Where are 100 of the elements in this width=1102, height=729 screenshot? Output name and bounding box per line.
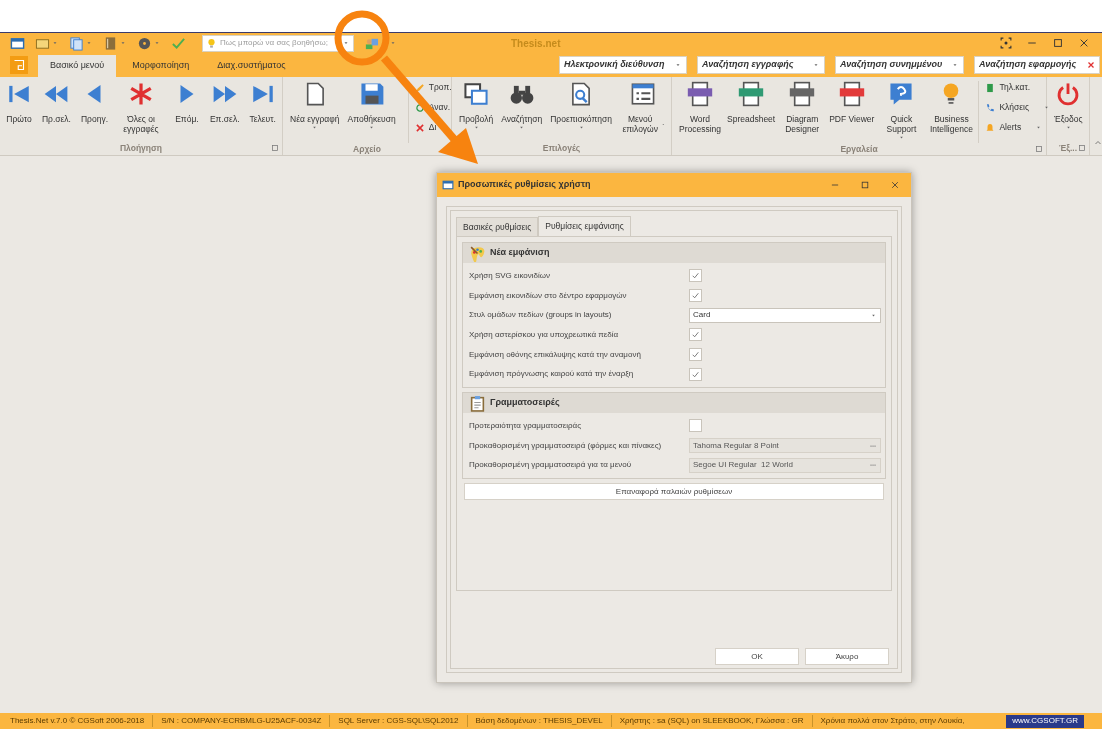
book-icon [985, 82, 996, 93]
dialog-launcher-icon[interactable] [1078, 144, 1086, 152]
ribbon-button[interactable]: Diagram Designer [777, 81, 828, 134]
search-box[interactable]: Αναζήτηση συνημμένου [835, 56, 964, 74]
checkbox[interactable] [689, 328, 702, 342]
checkbox[interactable] [689, 289, 702, 303]
ribbon-button[interactable]: Quick Support [876, 81, 927, 141]
ribbon-button[interactable]: Προηγ. [76, 81, 112, 124]
phone-icon [985, 102, 996, 113]
search-box[interactable]: Αναζήτηση εγγραφής [697, 56, 825, 74]
ribbon-group-title: Πλοήγηση [119, 141, 163, 155]
setting-label: Προκαθορισμένη γραμματοσειρά για τα μενού [469, 459, 633, 472]
close-icon[interactable] [890, 180, 900, 190]
ribbon-group-title: Επιλογές [542, 141, 581, 155]
magnifier-ring-annotation [334, 10, 390, 66]
ribbon-small-button[interactable]: Τροπ. [414, 81, 452, 94]
clear-icon[interactable] [1087, 61, 1095, 69]
maximize-icon[interactable] [1052, 37, 1064, 49]
checkbox[interactable] [689, 419, 702, 433]
dialog-button[interactable]: OK [715, 648, 799, 665]
ribbon-button[interactable]: Νέα εγγραφή [286, 81, 344, 131]
ribbon-small-button[interactable]: Κλήσεις [985, 101, 1051, 114]
dialog-launcher-icon[interactable] [271, 144, 279, 152]
ribbon-tab[interactable]: Βασικό μενού [38, 55, 117, 77]
dropdown-field[interactable]: Card [689, 307, 881, 323]
maximize-icon[interactable] [860, 180, 870, 190]
ribbon-button[interactable]: Προβολή [455, 81, 498, 131]
bell-icon [985, 122, 996, 133]
quick-access-button[interactable] [103, 35, 127, 51]
dialog-button[interactable]: Άκυρο [805, 648, 889, 665]
light-bulb-icon [206, 37, 217, 49]
quick-access-button[interactable] [10, 35, 25, 51]
status-text: Βάση δεδομένων : THESIS_DEVEL [466, 715, 611, 727]
screen-capture-icon[interactable] [1000, 37, 1012, 49]
list-window-icon [630, 81, 656, 107]
ribbon-button[interactable]: Business Intelligence [926, 81, 977, 134]
font-picker-field[interactable]: Tahoma Regular 8 Point [689, 438, 881, 454]
checkbox[interactable] [689, 348, 702, 362]
help-search-field[interactable]: Πως μπορώ να σας βοηθήσω; [202, 34, 354, 52]
ribbon-button[interactable]: Αποθήκευση [343, 81, 400, 131]
reset-settings-button[interactable]: Επαναφορά παλαιών ρυθμίσεων [464, 483, 884, 501]
app-menu-icon [13, 59, 25, 71]
window-icon [442, 179, 454, 191]
checkbox[interactable] [689, 269, 702, 283]
ribbon-button[interactable]: Επ.σελ. [205, 81, 244, 124]
asterisk-icon [128, 81, 154, 107]
collapse-ribbon-icon[interactable] [1094, 139, 1102, 147]
search-box[interactable]: Αναζήτηση εφαρμογής [974, 56, 1100, 74]
ribbon-button[interactable]: Πρ.σελ. [38, 81, 75, 124]
ribbon-button[interactable]: PDF Viewer [827, 81, 877, 124]
ribbon-tab[interactable]: Μορφοποίηση [120, 55, 202, 77]
ribbon-button[interactable]: Πρώτο [2, 81, 36, 124]
dialog-title: Προσωπικές ρυθμίσεις χρήστη [458, 178, 591, 192]
dialog-launcher-icon[interactable] [1035, 145, 1043, 154]
ribbon-small-button[interactable]: Τηλ.κατ. [985, 81, 1051, 94]
notebook-icon [103, 35, 118, 51]
setting-label: Χρήση SVG εικονιδίων [469, 269, 551, 282]
setting-label: Χρήση αστερίσκου για υποχρεωτικά πεδία [469, 328, 620, 341]
status-text: S/N : COMPANY-ECRBMLG-U25ACF-0034Z [152, 715, 330, 727]
setting-label: Εμφάνιση εικονιδίων στο δέντρο εφαρμογών [469, 289, 628, 302]
pencil-icon [414, 82, 425, 93]
setting-label: Προκαθορισμένη γραμματοσειρά (φόρμες και πίνακες) [469, 439, 663, 452]
setting-label: Προτεραιότητα γραμματοσειράς [469, 419, 582, 432]
quick-access-button[interactable] [137, 35, 161, 51]
ribbon-button[interactable]: Επόμ. [169, 81, 204, 124]
window-icon [10, 35, 25, 51]
ribbon-button[interactable]: Μενού επιλογών [616, 81, 670, 134]
ribbon-tab[interactable]: Διαχ.συστήματος [205, 55, 298, 77]
close-icon [414, 122, 425, 133]
status-text: Χρήστης : sa (SQL) on SLEEKBOOK, Γλώσσα : GR [610, 715, 812, 727]
section-title: Νέα εμφάνιση [490, 246, 550, 260]
status-text: SQL Server : CGS-SQL\SQL2012 [329, 715, 467, 727]
ribbon-button[interactable]: Word Processing [675, 81, 725, 134]
ribbon-button[interactable]: Τελευτ. [245, 81, 280, 124]
ribbon-small-button[interactable]: Δι [414, 121, 452, 134]
ribbon-button[interactable]: Προεπισκόπηση [546, 81, 616, 131]
palette-icon [469, 244, 486, 262]
windows-icon [463, 81, 490, 107]
help-bubble-icon [888, 81, 915, 107]
checkbox[interactable] [689, 367, 702, 381]
dialog-tab[interactable]: Ρυθμίσεις εμφάνισης [538, 216, 631, 236]
quick-access-button[interactable] [69, 35, 93, 51]
ribbon-button[interactable]: Αναζήτηση [497, 81, 547, 131]
pages-icon [69, 35, 84, 51]
clipboard-icon [469, 394, 486, 412]
close-icon[interactable] [1078, 37, 1090, 49]
app-menu-button[interactable] [10, 56, 28, 74]
checkmark-icon[interactable] [171, 35, 186, 51]
website-link[interactable]: www.CGSOFT.GR [1006, 714, 1084, 728]
ribbon-button[interactable]: Όλες οι εγγραφές [114, 81, 168, 134]
ribbon-button[interactable]: Έξοδος [1050, 81, 1087, 131]
ribbon-group-title: Αρχείο [353, 143, 381, 156]
search-box[interactable]: Ηλεκτρονική διεύθυνση [559, 56, 687, 74]
status-text: Thesis.Net v.7.0 © CGSoft 2006-2018 [10, 715, 146, 727]
font-picker-field[interactable]: Segoe UI Regular 12 World [689, 457, 881, 473]
dialog-tab[interactable]: Βασικές ρυθμίσεις [456, 217, 539, 236]
ribbon-small-button[interactable]: Alerts [985, 121, 1051, 134]
status-text: Χρόνια πολλά στον Στράτο, στην Λουκία, [811, 715, 973, 727]
section-title: Γραμματοσειρές [490, 396, 560, 410]
ribbon-button[interactable]: Spreadsheet [725, 81, 778, 124]
